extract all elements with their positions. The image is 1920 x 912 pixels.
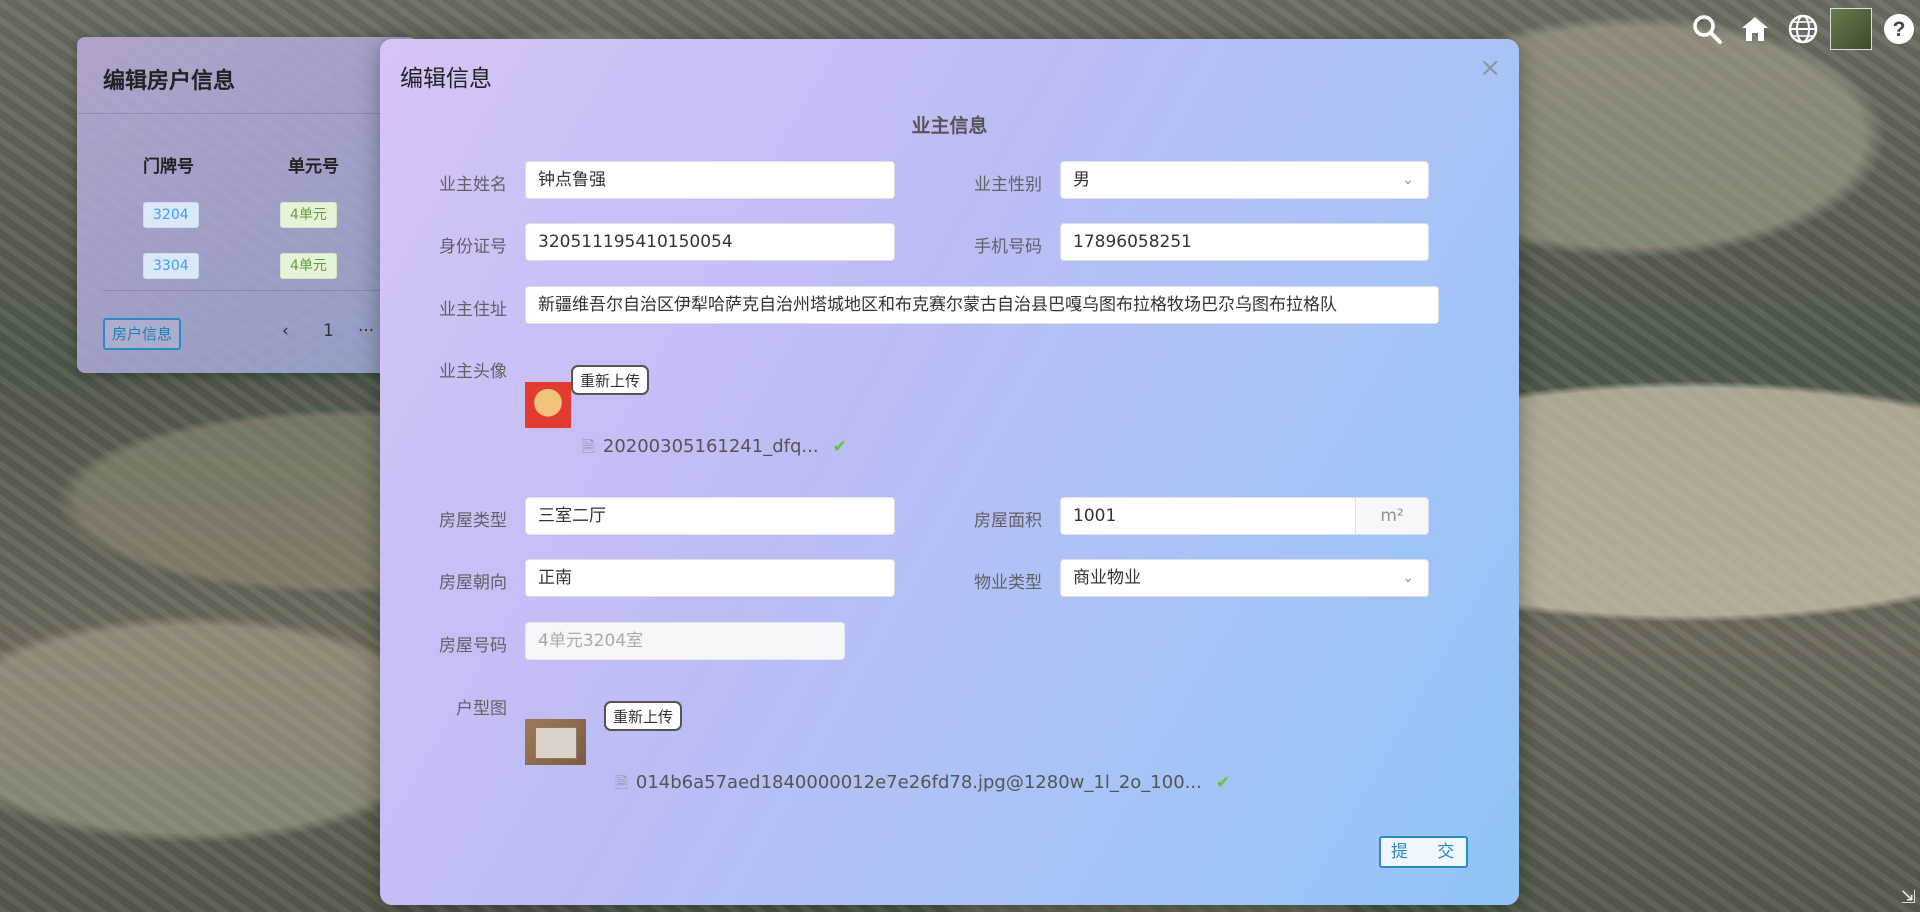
pager-page[interactable]: 1	[323, 321, 334, 341]
area-input[interactable]: 1001 m²	[1060, 497, 1429, 535]
owner-gender-label: 业主性别	[974, 175, 1042, 195]
floor-plan-file-item[interactable]: 🗎 014b6a57aed1840000012e7e26fd78.jpg@1280…	[615, 772, 1230, 799]
address-label: 业主住址	[439, 300, 507, 320]
property-type-select[interactable]: 商业物业 ⌄	[1060, 559, 1429, 597]
map-toolbar: ?	[1686, 8, 1920, 50]
area-value: 1001	[1073, 506, 1117, 526]
floor-plan-thumbnail	[525, 719, 586, 765]
door-number-tag[interactable]: 3204	[143, 202, 199, 228]
check-circle-icon: ✔	[832, 437, 847, 457]
phone-label: 手机号码	[974, 237, 1042, 257]
help-icon[interactable]: ?	[1878, 8, 1920, 50]
owner-name-label: 业主姓名	[439, 175, 507, 195]
divider	[77, 113, 417, 114]
owner-gender-value: 男	[1073, 170, 1090, 190]
document-icon: 🗎	[615, 773, 628, 792]
house-info-panel: 编辑房户信息 门牌号 单元号 3204 4单元 3304 4单元 房户信息 ‹ …	[77, 37, 417, 373]
pager-prev[interactable]: ‹	[282, 321, 289, 341]
house-number-label: 房屋号码	[439, 636, 507, 656]
avatar-file-name: 20200305161241_dfq...	[602, 436, 819, 457]
map-layer-icon[interactable]	[1830, 8, 1872, 50]
svg-text:?: ?	[1893, 18, 1906, 41]
owner-name-input[interactable]: 钟点鲁强	[525, 161, 895, 199]
avatar-file-item[interactable]: 🗎 20200305161241_dfq... ✔	[582, 436, 847, 463]
column-header-unit: 单元号	[288, 157, 339, 177]
area-unit: m²	[1355, 498, 1428, 534]
search-icon[interactable]	[1686, 8, 1728, 50]
pager-more[interactable]: ···	[358, 321, 374, 341]
phone-input[interactable]: 17896058251	[1060, 223, 1429, 261]
home-icon[interactable]	[1734, 8, 1776, 50]
check-circle-icon: ✔	[1215, 773, 1231, 793]
avatar-thumbnail	[525, 382, 571, 428]
id-number-input[interactable]: 320511195410150054	[525, 223, 895, 261]
floor-plan-file-name: 014b6a57aed1840000012e7e26fd78.jpg@1280w…	[635, 772, 1202, 793]
unit-tag[interactable]: 4单元	[280, 253, 337, 279]
section-title: 业主信息	[911, 115, 988, 137]
submit-button[interactable]: 提 交	[1379, 836, 1469, 868]
dialog-title: 编辑信息	[400, 66, 492, 92]
avatar-reupload-button[interactable]: 重新上传	[571, 365, 650, 395]
orientation-input[interactable]: 正南	[525, 559, 895, 597]
column-header-door: 门牌号	[143, 157, 194, 177]
resize-corner-icon[interactable]: ⇲	[1901, 887, 1916, 908]
property-type-label: 物业类型	[974, 573, 1042, 593]
chevron-down-icon: ⌄	[1402, 172, 1414, 188]
owner-gender-select[interactable]: 男 ⌄	[1060, 161, 1429, 199]
house-type-input[interactable]: 三室二厅	[525, 497, 895, 535]
document-icon: 🗎	[582, 437, 595, 456]
door-number-tag[interactable]: 3304	[143, 253, 199, 279]
house-info-button[interactable]: 房户信息	[103, 318, 182, 350]
divider	[103, 290, 417, 291]
house-number-input: 4单元3204室	[525, 622, 845, 660]
property-type-value: 商业物业	[1073, 568, 1141, 588]
floor-plan-label: 户型图	[456, 699, 507, 719]
address-input[interactable]: 新疆维吾尔自治区伊犁哈萨克自治州塔城地区和布克赛尔蒙古自治县巴嘎乌图布拉格牧场巴…	[525, 286, 1439, 324]
globe-icon[interactable]	[1782, 8, 1824, 50]
chevron-down-icon: ⌄	[1402, 570, 1414, 586]
close-icon[interactable]: ×	[1479, 53, 1501, 83]
house-type-label: 房屋类型	[439, 511, 507, 531]
id-number-label: 身份证号	[439, 237, 507, 257]
avatar-label: 业主头像	[439, 362, 507, 382]
orientation-label: 房屋朝向	[439, 573, 507, 593]
area-label: 房屋面积	[974, 511, 1042, 531]
unit-tag[interactable]: 4单元	[280, 202, 337, 228]
panel-title: 编辑房户信息	[103, 69, 236, 94]
floor-plan-reupload-button[interactable]: 重新上传	[604, 701, 683, 731]
edit-info-dialog: 编辑信息 × 业主信息 业主姓名 钟点鲁强 业主性别 男 ⌄ 身份证号 3205…	[380, 39, 1519, 905]
